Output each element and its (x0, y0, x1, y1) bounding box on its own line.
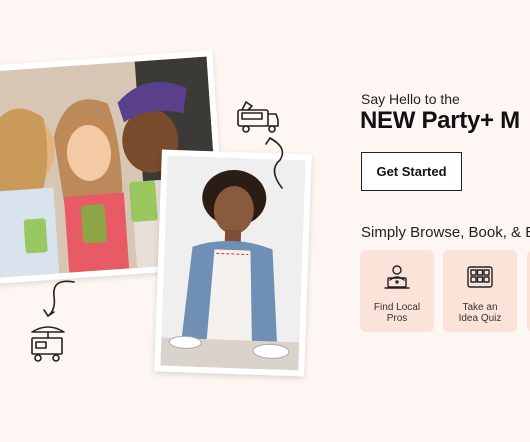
get-started-button[interactable]: Get Started (361, 152, 462, 191)
quiz-grid-icon (467, 266, 493, 288)
person-laptop-icon (384, 265, 410, 289)
food-truck-doodle-icon (237, 101, 279, 133)
find-local-pros-card[interactable]: Find Local Pros (360, 250, 434, 332)
find-local-pros-label: Find Local Pros (373, 302, 421, 324)
hero-subhead: Simply Browse, Book, & E (361, 224, 530, 241)
idea-quiz-label: Take an Idea Quiz (458, 302, 502, 324)
idea-quiz-card[interactable]: Take an Idea Quiz (443, 250, 517, 332)
hero-section: Say Hello to the NEW Party+ M Get Starte… (0, 0, 530, 442)
food-cart-doodle-icon (31, 326, 65, 362)
curved-arrow-down-doodle-icon (43, 280, 75, 318)
hero-headline: NEW Party+ M (360, 107, 520, 134)
curved-arrow-up-doodle-icon (265, 136, 284, 189)
hero-eyebrow: Say Hello to the (361, 91, 460, 107)
